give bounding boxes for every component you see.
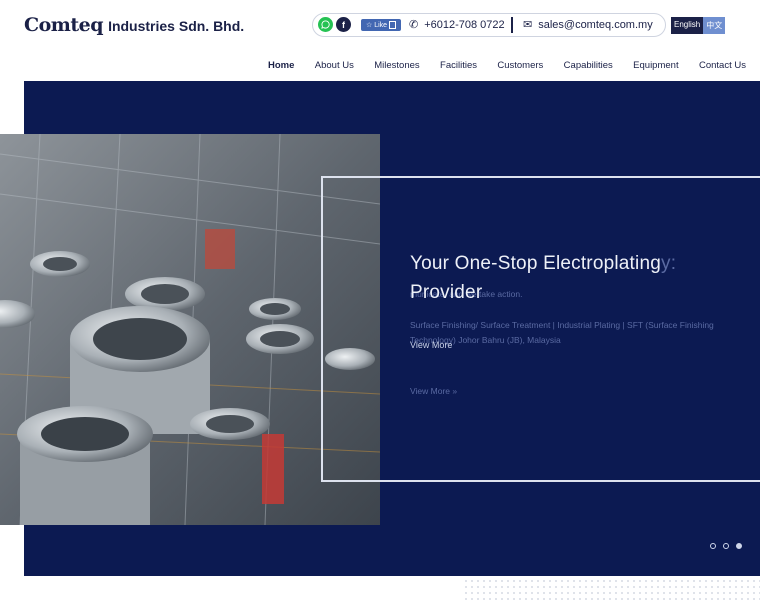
nav-capabilities[interactable]: Capabilities: [564, 60, 613, 71]
slide-dot[interactable]: [710, 543, 716, 549]
slide-dot-active[interactable]: [736, 543, 742, 549]
hero-title-line1: Your One-Stop Electroplating: [410, 253, 661, 274]
hero-title-line2: Provider: [410, 282, 483, 303]
nav-home[interactable]: Home: [268, 60, 294, 71]
whatsapp-icon[interactable]: [318, 17, 333, 32]
nav-facilities[interactable]: Facilities: [440, 60, 477, 71]
like-label: Like: [374, 21, 388, 29]
phone-number: +6012-708 0722: [424, 18, 505, 31]
facebook-like-button[interactable]: ☆ Like: [361, 19, 401, 31]
main-nav: Home About Us Milestones Facilities Cust…: [268, 60, 746, 71]
hero-ghost-view-more: View More »: [410, 386, 458, 396]
like-count-box: [389, 21, 397, 29]
envelope-icon: ✉: [523, 19, 533, 31]
nav-customers[interactable]: Customers: [497, 60, 543, 71]
hero-ghost-subtitle: Surface Finishing/ Surface Treatment | I…: [410, 320, 714, 345]
nav-equipment[interactable]: Equipment: [633, 60, 678, 71]
lang-chinese[interactable]: 中文: [703, 17, 726, 34]
hero-title: Your One-Stop Electroplatingy: Provider: [410, 249, 750, 307]
hero-title-ghost-tail: y:: [661, 253, 677, 274]
view-more-link[interactable]: View More: [410, 340, 452, 350]
nav-milestones[interactable]: Milestones: [374, 60, 419, 71]
language-switcher: English 中文: [671, 17, 726, 34]
company-logo[interactable]: Comteq Industries Sdn. Bhd.: [24, 14, 244, 36]
slider-pagination: [710, 543, 742, 549]
contact-divider: [511, 17, 513, 33]
nav-about-us[interactable]: About Us: [315, 60, 354, 71]
phone-icon: ✆: [409, 19, 419, 31]
thumbs-up-icon: ☆: [365, 22, 373, 29]
logo-company-name: Industries Sdn. Bhd.: [108, 18, 245, 34]
nav-contact-us[interactable]: Contact Us: [699, 60, 746, 71]
email-link[interactable]: ✉ sales@comteq.com.my: [523, 18, 653, 32]
phone-link[interactable]: ✆ +6012-708 0722: [409, 18, 505, 32]
decorative-dot-pattern: [463, 578, 760, 600]
contact-bar: f ☆ Like ✆ +6012-708 0722 ✉ sales@comteq…: [312, 13, 666, 37]
lang-english[interactable]: English: [671, 17, 704, 34]
facebook-icon[interactable]: f: [336, 17, 351, 32]
email-address: sales@comteq.com.my: [538, 18, 653, 31]
logo-brand: Comteq: [24, 14, 104, 36]
slide-dot[interactable]: [723, 543, 729, 549]
